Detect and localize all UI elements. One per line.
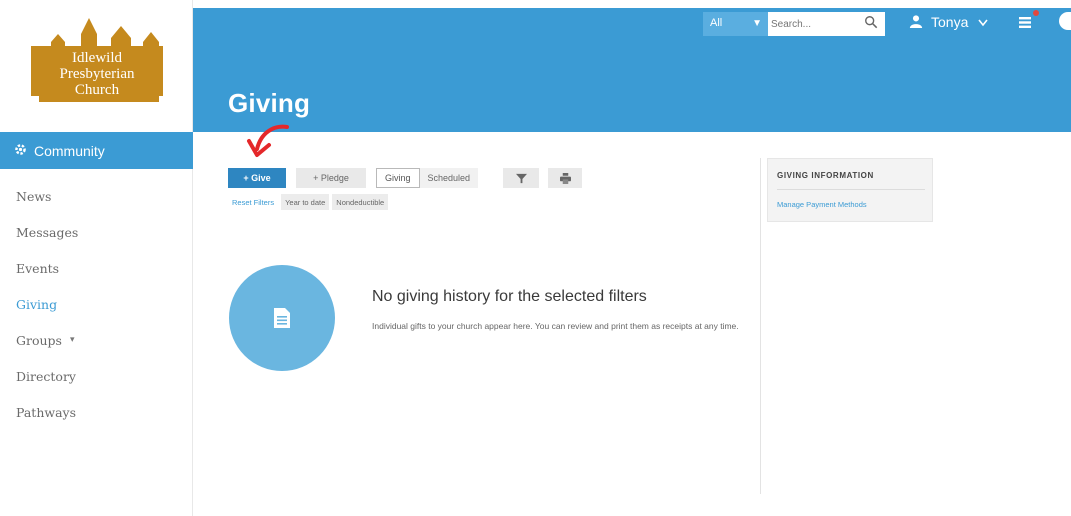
filter-chip-nondeductible[interactable]: Nondeductible: [332, 194, 389, 210]
community-section-header[interactable]: Community: [0, 132, 193, 169]
filter-button[interactable]: [503, 168, 539, 188]
annotation-arrow-icon: [243, 121, 295, 170]
sidebar-item-events[interactable]: Events: [0, 250, 193, 286]
search-scope-select[interactable]: All ▼: [703, 12, 768, 36]
empty-state-title: No giving history for the selected filte…: [372, 288, 647, 305]
gear-icon: [14, 143, 27, 159]
list-icon[interactable]: [1019, 15, 1031, 33]
add-icon[interactable]: [1059, 12, 1071, 30]
chevron-down-icon: ▾: [69, 335, 75, 345]
give-button[interactable]: + Give: [228, 168, 286, 188]
empty-state-description: Individual gifts to your church appear h…: [372, 321, 739, 331]
sidebar-item-pathways[interactable]: Pathways: [0, 394, 193, 430]
sidebar-item-groups[interactable]: Groups ▾: [0, 322, 193, 358]
sidebar-item-label: Giving: [16, 296, 58, 312]
user-name: Tonya: [931, 14, 969, 30]
tab-giving[interactable]: Giving: [376, 168, 420, 188]
logo-line-1: Idlewild: [72, 50, 122, 66]
panel-divider: [777, 189, 925, 190]
page-header: All ▼ Tonya Giving: [193, 8, 1071, 132]
sidebar-item-label: Directory: [16, 368, 76, 384]
search-box: [768, 12, 885, 36]
sidebar-item-label: News: [16, 188, 52, 204]
user-menu[interactable]: Tonya: [909, 10, 988, 34]
search-input[interactable]: [771, 13, 853, 35]
manage-payment-methods-link[interactable]: Manage Payment Methods: [777, 200, 867, 209]
sidebar-item-label: Groups: [16, 332, 62, 348]
sidebar-item-label: Messages: [16, 224, 79, 240]
print-button[interactable]: [548, 168, 582, 188]
panel-title: GIVING INFORMATION: [777, 171, 874, 180]
page-title: Giving: [228, 88, 311, 118]
giving-information-panel: GIVING INFORMATION Manage Payment Method…: [767, 158, 933, 222]
column-divider: [760, 158, 761, 494]
sidebar-item-messages[interactable]: Messages: [0, 214, 193, 250]
reset-filters-link[interactable]: Reset Filters: [228, 194, 279, 210]
logo-line-2: Presbyterian: [60, 66, 135, 82]
tab-scheduled[interactable]: Scheduled: [419, 168, 479, 188]
notification-badge: [1033, 10, 1039, 16]
search-icon[interactable]: [864, 15, 878, 34]
sidebar-nav: News Messages Events Giving Groups ▾ Dire…: [0, 178, 193, 430]
empty-state-illustration: [229, 265, 335, 371]
document-icon: [274, 308, 290, 328]
sidebar-item-directory[interactable]: Directory: [0, 358, 193, 394]
filter-icon: [515, 173, 527, 183]
church-logo[interactable]: Idlewild Presbyterian Church: [31, 12, 163, 102]
logo-line-3: Church: [75, 82, 120, 98]
sidebar: Idlewild Presbyterian Church Community N…: [0, 0, 193, 516]
sidebar-item-label: Pathways: [16, 404, 77, 420]
filter-chip-year-to-date[interactable]: Year to date: [281, 194, 330, 210]
sidebar-item-giving[interactable]: Giving: [0, 286, 193, 322]
sidebar-item-label: Events: [16, 260, 60, 276]
giving-view-toggle: Giving Scheduled: [376, 168, 479, 188]
pledge-button[interactable]: + Pledge: [296, 168, 366, 188]
chevron-down-icon: ▼: [752, 18, 762, 29]
search-scope-value: All: [710, 17, 723, 29]
sidebar-item-news[interactable]: News: [0, 178, 193, 214]
community-label: Community: [34, 142, 105, 159]
chevron-down-icon: [978, 14, 988, 30]
person-icon: [909, 14, 923, 31]
filter-chips: Reset Filters Year to date Nondeductible: [228, 194, 389, 210]
printer-icon: [559, 172, 571, 184]
